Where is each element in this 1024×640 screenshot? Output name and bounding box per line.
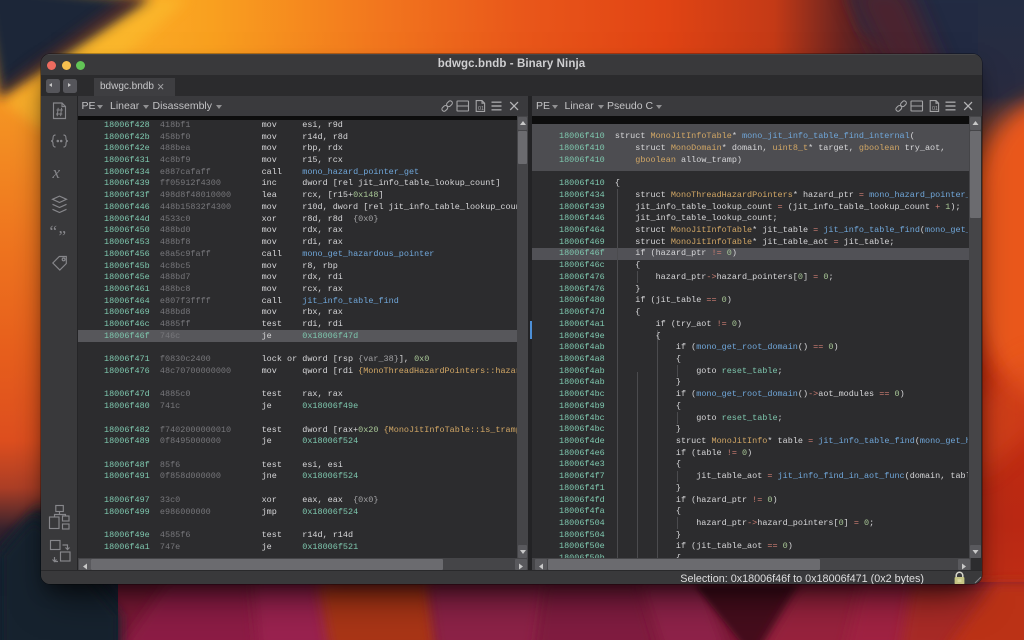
- svg-text:x: x: [52, 163, 61, 182]
- svg-text:“: “: [50, 222, 58, 241]
- svg-text:01: 01: [932, 106, 938, 112]
- svg-text:”: ”: [59, 227, 67, 246]
- svg-text:01: 01: [478, 106, 484, 112]
